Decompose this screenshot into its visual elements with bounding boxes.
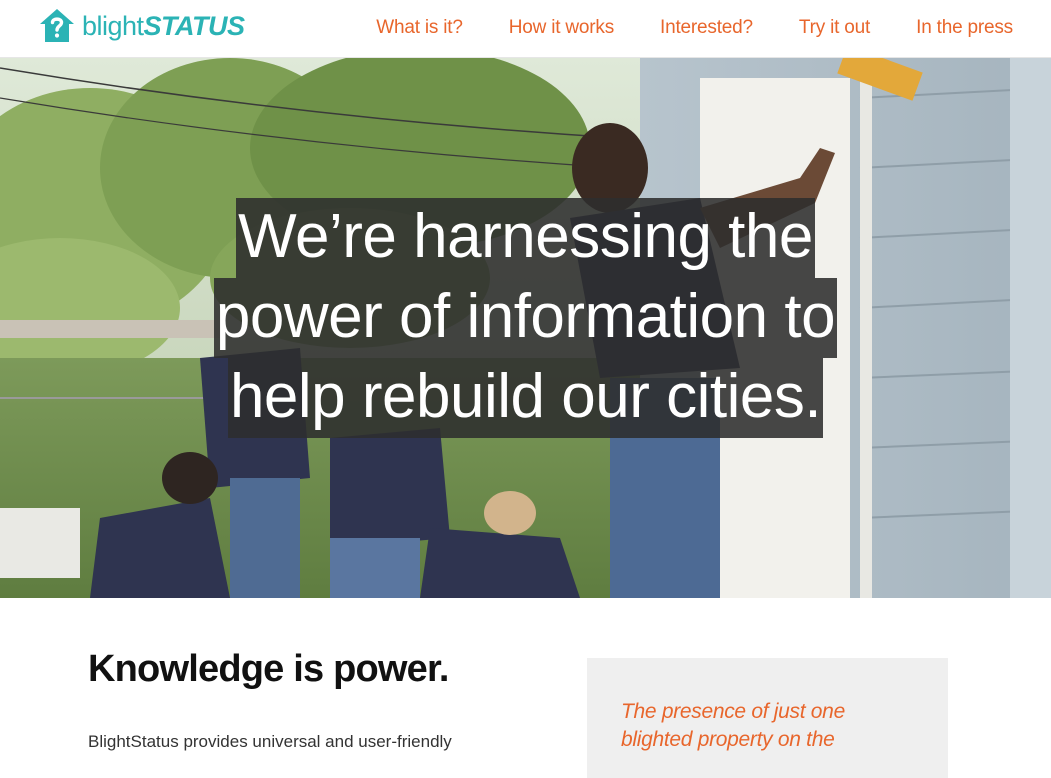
hero-headline-line-2: power of information to <box>213 278 838 358</box>
hero-headline: We’re harnessing the power of informatio… <box>0 198 1051 438</box>
nav-try-it-out[interactable]: Try it out <box>799 17 870 39</box>
hero-headline-line-3: help rebuild our cities. <box>227 358 824 438</box>
site-header: blightSTATUS What is it? How it works In… <box>0 0 1051 58</box>
logo-wordmark: blightSTATUS <box>82 7 245 45</box>
quote-text: The presence of just one blighted proper… <box>621 700 845 751</box>
section-title: Knowledge is power. <box>88 648 449 690</box>
nav-how-it-works[interactable]: How it works <box>509 17 614 39</box>
main-nav: What is it? How it works Interested? Try… <box>376 0 1013 56</box>
section-body: BlightStatus provides universal and user… <box>88 732 452 751</box>
hero-banner: We’re harnessing the power of informatio… <box>0 58 1051 598</box>
house-question-icon <box>40 9 74 42</box>
logo-text-bold: STATUS <box>143 11 246 41</box>
hero-headline-line-1: We’re harnessing the <box>236 198 815 278</box>
nav-in-the-press[interactable]: In the press <box>916 17 1013 39</box>
logo[interactable]: blightSTATUS <box>38 6 245 46</box>
quote-box: The presence of just one blighted proper… <box>587 658 948 778</box>
logo-text-light: blight <box>82 11 144 41</box>
nav-what-is-it[interactable]: What is it? <box>376 17 463 39</box>
nav-interested[interactable]: Interested? <box>660 17 753 39</box>
